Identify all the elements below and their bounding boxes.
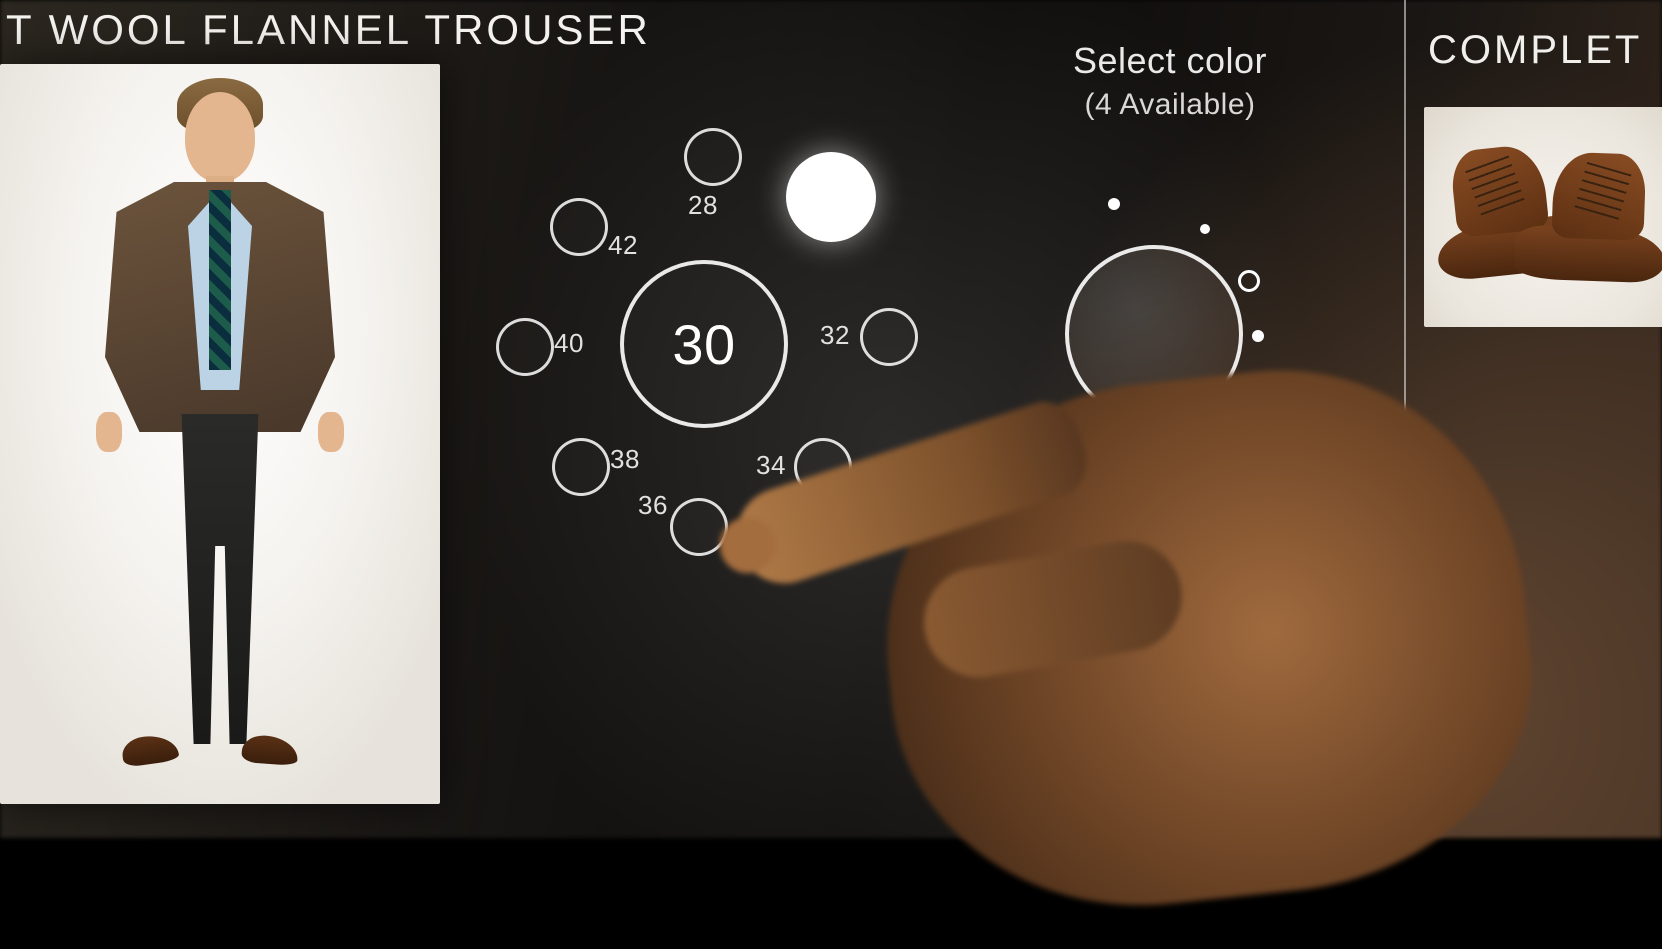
size-label-42: 42 <box>608 230 638 261</box>
size-option-28[interactable] <box>684 128 742 186</box>
size-option-36[interactable] <box>670 498 728 556</box>
color-title: Select color <box>960 40 1380 82</box>
product-title: T WOOL FLANNEL TROUSER <box>0 0 458 64</box>
size-label-34: 34 <box>756 450 786 481</box>
size-selected[interactable]: 30 <box>620 260 788 428</box>
size-dial[interactable]: 30 28 32 34 36 38 40 42 <box>470 110 930 570</box>
product-image[interactable] <box>0 64 440 804</box>
size-option-32[interactable] <box>860 308 918 366</box>
color-panel-header: Select color (4 Available) <box>960 40 1380 122</box>
color-option-2[interactable] <box>1200 224 1210 234</box>
color-option-4[interactable] <box>1252 330 1264 342</box>
size-label-36: 36 <box>638 490 668 521</box>
color-subtitle: (4 Available) <box>960 88 1380 122</box>
complete-the-look-panel: COMPLET <box>1404 0 1662 838</box>
color-option-3[interactable] <box>1238 270 1260 292</box>
size-label-38: 38 <box>610 444 640 475</box>
size-label-32: 32 <box>820 320 850 351</box>
boot-illustration-right <box>1517 144 1662 299</box>
size-selected-value: 30 <box>672 312 735 377</box>
product-card: T WOOL FLANNEL TROUSER <box>0 0 458 804</box>
recommendation-image[interactable] <box>1424 107 1662 327</box>
size-option-34[interactable] <box>794 438 852 496</box>
size-option-40[interactable] <box>496 318 554 376</box>
color-selected[interactable] <box>1065 245 1243 423</box>
color-dial[interactable] <box>990 170 1310 490</box>
size-cursor[interactable] <box>786 152 876 242</box>
complete-title: COMPLET <box>1406 28 1662 73</box>
size-option-42[interactable] <box>550 198 608 256</box>
model-illustration <box>0 64 440 804</box>
size-option-38[interactable] <box>552 438 610 496</box>
color-option-1[interactable] <box>1108 198 1120 210</box>
color-option-5[interactable] <box>1242 380 1262 400</box>
size-label-40: 40 <box>554 328 584 359</box>
size-label-28: 28 <box>688 190 718 221</box>
